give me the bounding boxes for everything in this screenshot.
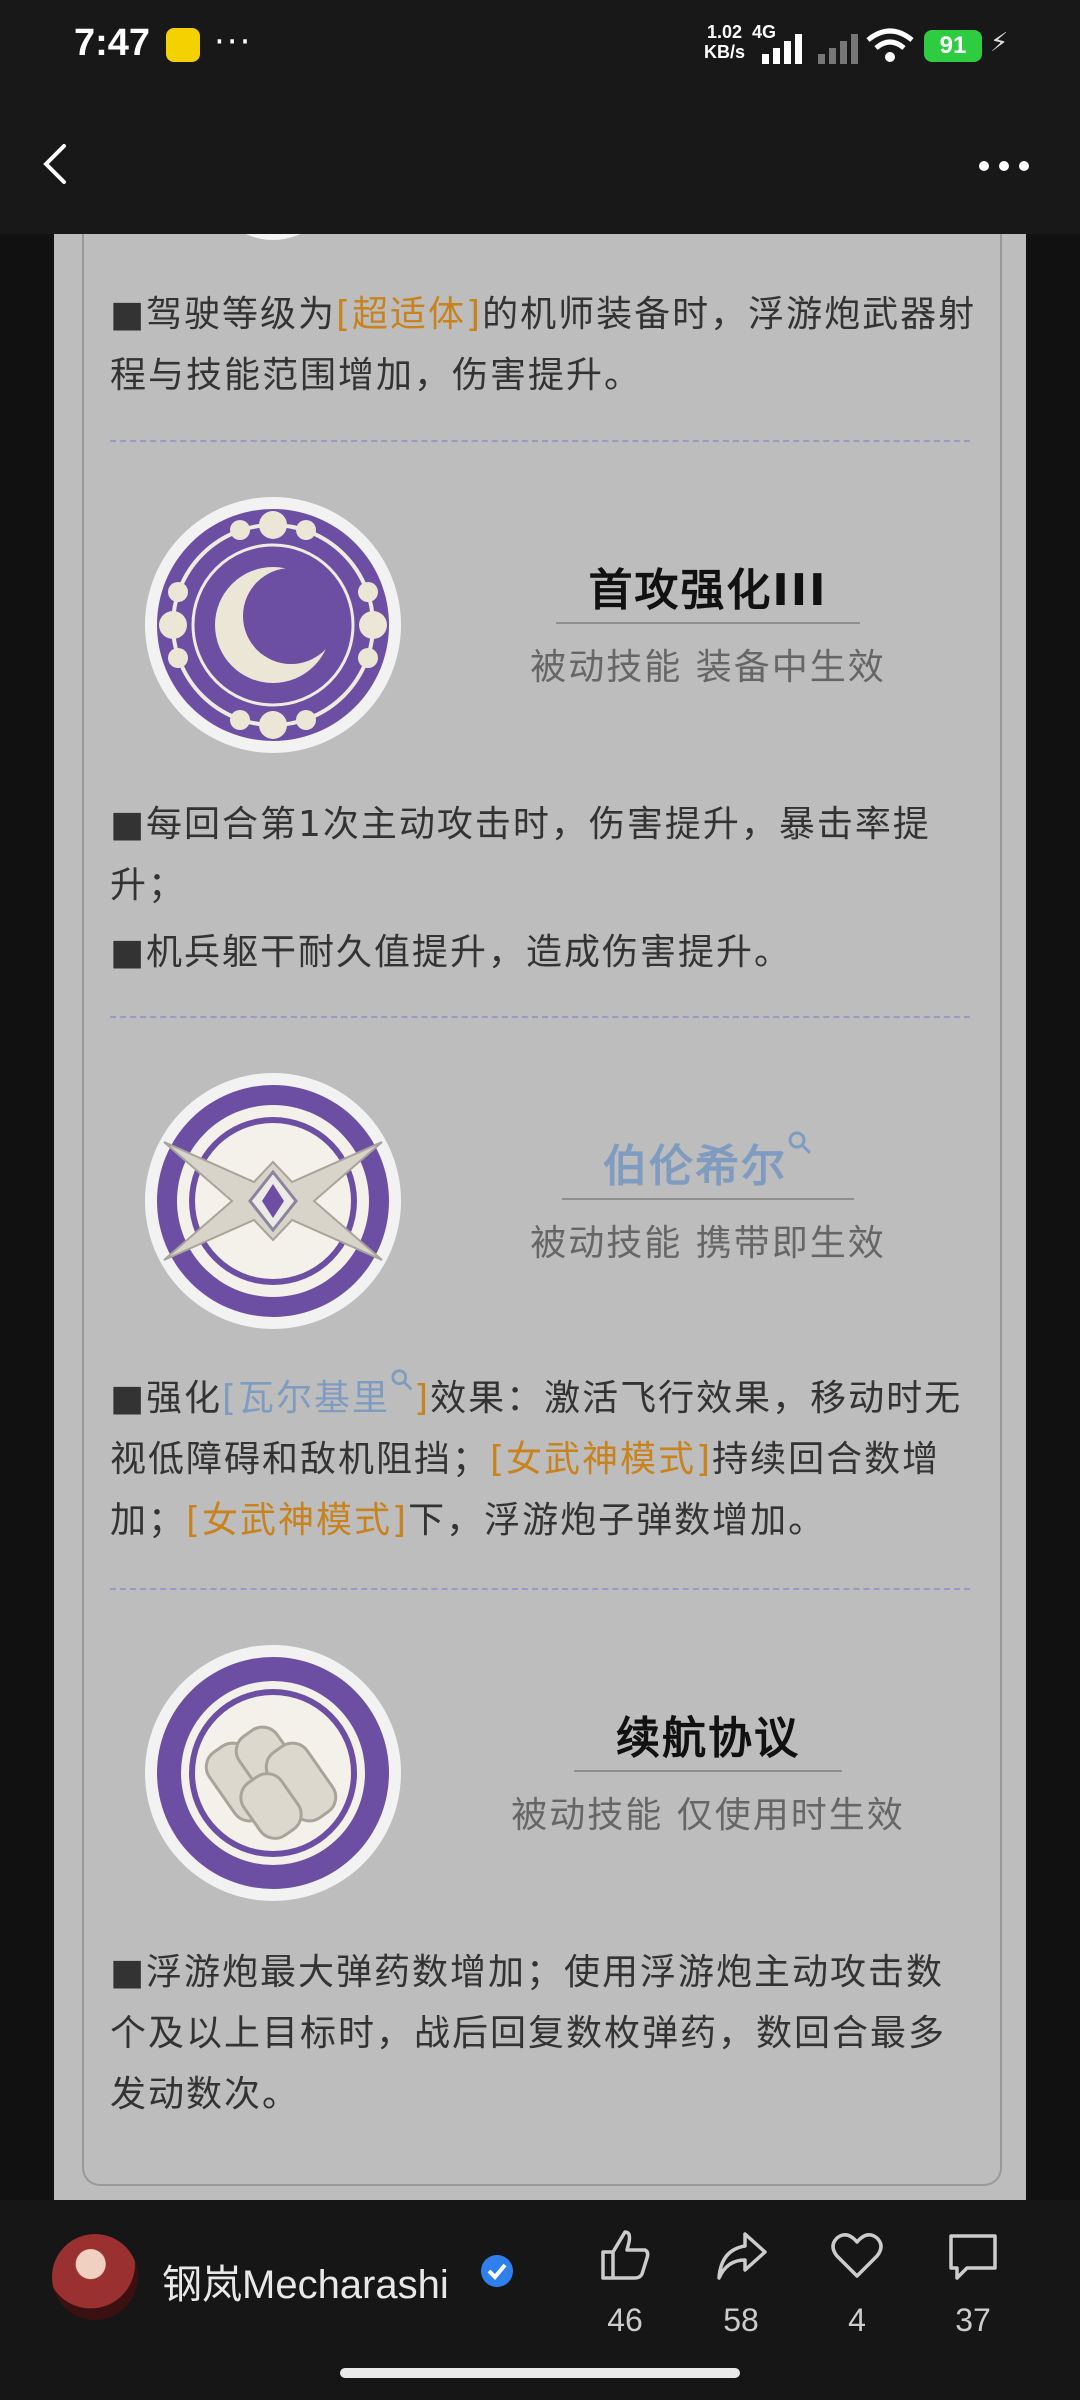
favorite-count: 4 <box>848 2302 866 2338</box>
bracket-end: ] <box>414 1378 431 1419</box>
thumbs-up-icon <box>601 2230 650 2280</box>
charging-icon: ⚡ <box>990 28 1009 58</box>
link-text: [瓦尔基里 <box>222 1378 391 1419</box>
status-bar: 7:47 ··· 1.02 KB/s 4G 91 ⚡ <box>0 0 1080 96</box>
comment-count: 37 <box>955 2302 991 2338</box>
highlight-term: [女武神模式] <box>490 1439 713 1480</box>
wifi-icon <box>866 28 914 62</box>
heart-icon <box>831 2233 883 2278</box>
comment-icon <box>949 2234 997 2280</box>
share-button[interactable]: 58 <box>696 2228 786 2339</box>
status-time: 7:47 <box>74 22 151 64</box>
text-segment: ■驾驶等级为 <box>110 294 337 335</box>
skill-subtitle: 被动技能 仅使用时生效 <box>511 1795 905 1836</box>
skill-description: ■每回合第1次主动攻击时，伤害提升，暴击率提升； ■机兵躯干耐久值提升，造成伤害… <box>110 794 980 983</box>
favorite-button[interactable]: 4 <box>812 2228 902 2339</box>
author-name[interactable]: 钢岚Mecharashi <box>162 2252 449 2310</box>
top-nav <box>0 96 1080 235</box>
ammo-skill-icon <box>145 1645 401 1901</box>
skill-subtitle: 被动技能 装备中生效 <box>530 647 886 688</box>
app-notification-icon <box>166 28 200 62</box>
share-count: 58 <box>723 2302 759 2338</box>
skill-title: 续航协议 <box>616 1713 800 1764</box>
network-speed-value: 1.02 <box>706 22 743 42</box>
skill-description: ■强化[瓦尔基里 ]效果：激活飞行效果，移动时无视低障碍和敌机阻挡；[女武神模式… <box>110 1368 980 1551</box>
network-speed: 1.02 KB/s <box>704 22 745 62</box>
verified-icon <box>481 2255 513 2287</box>
valkyrie-skill-icon <box>145 1073 401 1329</box>
description-line: ■浮游炮最大弹药数增加；使用浮游炮主动攻击数个及以上目标时，战后回复数枚弹药，数… <box>110 1952 947 2115</box>
like-button[interactable]: 46 <box>580 2228 670 2339</box>
highlight-term: [超适体] <box>336 294 483 335</box>
search-icon <box>788 1131 812 1155</box>
title-underline <box>562 1198 854 1200</box>
section-divider <box>110 440 970 442</box>
author-avatar[interactable] <box>52 2234 138 2320</box>
like-count: 46 <box>607 2302 643 2338</box>
signal-2-icon <box>818 34 858 64</box>
comment-button[interactable]: 37 <box>928 2228 1018 2339</box>
search-icon <box>391 1369 413 1391</box>
network-speed-unit: KB/s <box>704 42 746 62</box>
more-options-icon[interactable] <box>976 156 1032 176</box>
skill-subtitle: 被动技能 携带即生效 <box>530 1223 886 1264</box>
description-line: ■每回合第1次主动攻击时，伤害提升，暴击率提升； <box>110 804 931 906</box>
description-line: ■机兵躯干耐久值提升，造成伤害提升。 <box>110 932 793 973</box>
skill-description: ■浮游炮最大弹药数增加；使用浮游炮主动攻击数个及以上目标时，战后回复数枚弹药，数… <box>110 1942 980 2125</box>
article-content[interactable]: ■驾驶等级为[超适体]的机师装备时，浮游炮武器射程与技能范围增加，伤害提升。 首… <box>0 234 1080 2200</box>
skill-description-top: ■驾驶等级为[超适体]的机师装备时，浮游炮武器射程与技能范围增加，伤害提升。 <box>110 284 980 406</box>
battery-icon: 91 <box>924 30 982 62</box>
moon-skill-icon <box>145 497 401 753</box>
title-underline <box>574 1770 842 1772</box>
highlight-term: [女武神模式] <box>186 1500 409 1541</box>
text-segment: ■强化 <box>110 1378 223 1419</box>
signal-icon <box>762 34 802 64</box>
skill-title: 首攻强化III <box>588 565 828 616</box>
text-segment: 下，浮游炮子弹数增加。 <box>408 1500 827 1541</box>
skill-title-link[interactable]: 伯伦希尔 <box>508 1130 908 1194</box>
valkyrie-link[interactable]: [瓦尔基里 <box>222 1369 414 1419</box>
status-more-indicator: ··· <box>214 22 253 62</box>
home-indicator[interactable] <box>340 2368 740 2378</box>
skill-title-text: 伯伦希尔 <box>603 1141 787 1192</box>
title-underline <box>556 622 860 624</box>
share-icon <box>717 2232 767 2280</box>
back-icon[interactable] <box>34 142 78 186</box>
section-divider <box>110 1016 970 1018</box>
section-divider <box>110 1588 970 1590</box>
article-page: ■驾驶等级为[超适体]的机师装备时，浮游炮武器射程与技能范围增加，伤害提升。 首… <box>54 234 1026 2200</box>
